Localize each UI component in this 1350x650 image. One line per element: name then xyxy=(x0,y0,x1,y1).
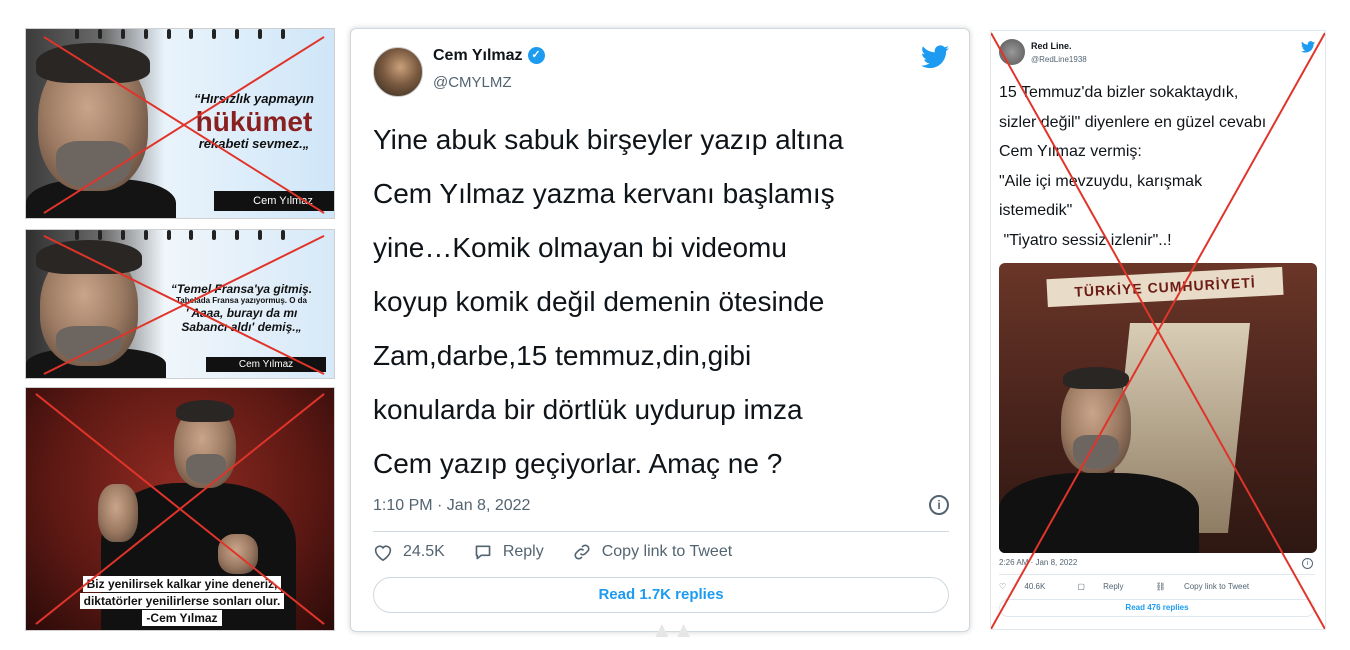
tweet-text-line: Zam,darbe,15 temmuz,din,gibi xyxy=(373,340,752,371)
copy-link-label: Copy link to Tweet xyxy=(601,543,733,560)
main-tweet-card: Cem Yılmaz ✓ @CMYLMZ Yine abuk sabuk birş… xyxy=(350,28,970,642)
tweet-text-line: Cem Yılmaz yazma kervanı başlamış xyxy=(373,178,835,209)
author-name-text[interactable]: Cem Yılmaz xyxy=(433,47,523,64)
side-tweet-card: Red Line. @RedLine1938 15 Temmuz'da bizl… xyxy=(990,30,1326,630)
watermark-logo-icon: ▲▲ xyxy=(651,617,695,642)
red-cross-mark-icon xyxy=(35,393,325,625)
red-cross-mark-icon xyxy=(43,235,325,375)
tweet-text-line: koyup komik değil demenin ötesinde xyxy=(373,286,825,317)
author-name[interactable]: Cem Yılmaz ✓ xyxy=(433,47,545,65)
red-cross-mark-icon xyxy=(43,36,325,214)
reply-label: Reply xyxy=(502,543,544,560)
tweet-timestamp[interactable]: 1:10 PM · Jan 8, 2022 xyxy=(373,497,530,515)
tweet-actions: 24.5K Reply Copy link to Tweet xyxy=(373,543,760,561)
heart-icon xyxy=(374,545,392,561)
copy-link-button[interactable]: Copy link to Tweet xyxy=(572,543,732,561)
fake-quote-image-1: “Hırsızlık yapmayın hükümet rekabeti sev… xyxy=(25,28,335,219)
reply-icon xyxy=(475,545,491,560)
tweet-text-line: konularda bir dörtlük uydurup imza xyxy=(373,394,803,425)
read-replies-button[interactable]: Read 1.7K replies xyxy=(373,577,949,613)
tweet-text: Yine abuk sabuk birşeyler yazıp altına C… xyxy=(373,113,953,491)
red-cross-mark-icon xyxy=(991,32,1325,629)
like-count: 24.5K xyxy=(403,543,445,560)
twitter-bird-icon[interactable] xyxy=(921,45,949,69)
divider xyxy=(373,531,949,532)
tweet-text-line: Cem yazıp geçiyorlar. Amaç ne ? xyxy=(373,448,783,479)
like-button[interactable]: 24.5K xyxy=(373,543,445,561)
info-icon[interactable]: i xyxy=(929,495,949,515)
avatar[interactable] xyxy=(373,47,423,97)
verified-badge-icon: ✓ xyxy=(527,47,545,65)
fake-quote-image-3: Biz yenilirsek kalkar yine deneriz, dikt… xyxy=(25,387,335,631)
reply-button[interactable]: Reply xyxy=(473,543,544,561)
tweet-text-line: Yine abuk sabuk birşeyler yazıp altına xyxy=(373,124,844,155)
author-handle[interactable]: @CMYLMZ xyxy=(433,74,512,91)
tweet-text-line: yine…Komik olmayan bi videomu xyxy=(373,232,787,263)
link-icon xyxy=(574,544,590,560)
fake-quote-image-2: “Temel Fransa'ya gitmiş. Tabelada Fransa… xyxy=(25,229,335,379)
